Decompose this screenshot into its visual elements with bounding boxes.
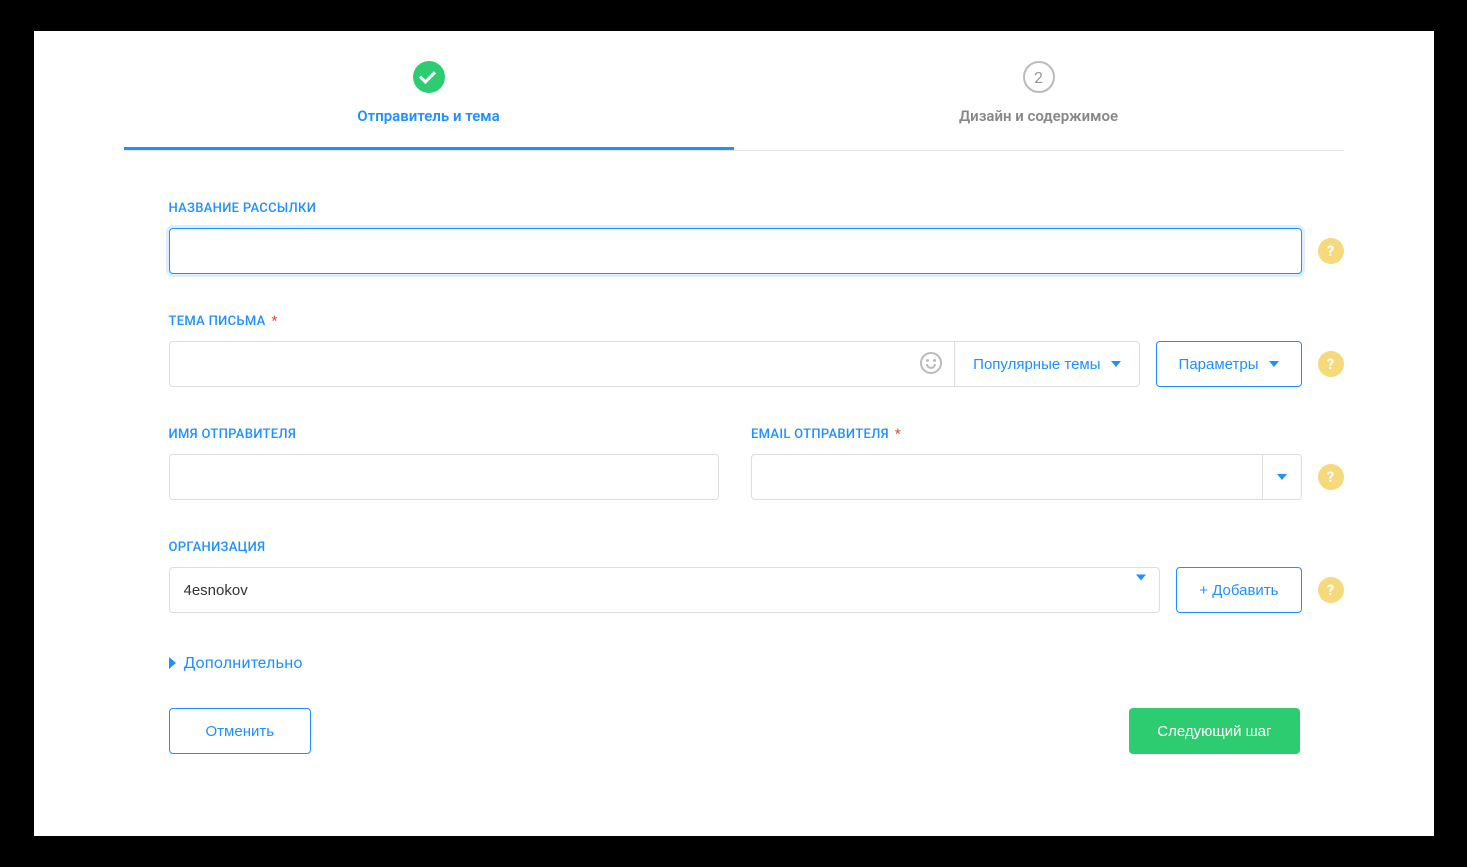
add-organization-button[interactable]: + Добавить — [1176, 567, 1301, 613]
campaign-name-input[interactable] — [169, 228, 1302, 274]
step-2-label: Дизайн и содержимое — [734, 107, 1344, 125]
campaign-name-row: НАЗВАНИЕ РАССЫЛКИ ? — [169, 201, 1344, 274]
step-design-and-content[interactable]: 2 Дизайн и содержимое — [734, 31, 1344, 150]
required-marker: * — [895, 427, 901, 442]
emoji-icon[interactable] — [920, 352, 944, 376]
caret-down-icon — [1277, 474, 1287, 480]
help-icon[interactable]: ? — [1318, 464, 1344, 490]
chevron-right-icon — [169, 657, 176, 669]
step-sender-and-subject[interactable]: Отправитель и тема — [124, 31, 734, 150]
sender-email-dropdown-toggle[interactable] — [1262, 454, 1302, 500]
subject-row: ТЕМА ПИСЬМА* Популярные темы — [169, 314, 1344, 387]
form-body: НАЗВАНИЕ РАССЫЛКИ ? ТЕМА ПИСЬМА* — [34, 151, 1434, 754]
parameters-button[interactable]: Параметры — [1156, 341, 1302, 387]
step-number-icon: 2 — [1023, 61, 1055, 93]
check-circle-icon — [413, 61, 445, 93]
additional-toggle[interactable]: Дополнительно — [169, 653, 1344, 672]
help-icon[interactable]: ? — [1318, 577, 1344, 603]
sender-name-label: ИМЯ ОТПРАВИТЕЛЯ — [169, 427, 720, 442]
form-actions: Отменить Следующий шаг — [169, 708, 1344, 754]
campaign-name-label: НАЗВАНИЕ РАССЫЛКИ — [169, 201, 1302, 216]
organization-label: ОРГАНИЗАЦИЯ — [169, 540, 1161, 555]
popular-topics-button[interactable]: Популярные темы — [954, 341, 1139, 387]
next-step-button[interactable]: Следующий шаг — [1129, 708, 1299, 754]
help-icon[interactable]: ? — [1318, 238, 1344, 264]
help-icon[interactable]: ? — [1318, 351, 1344, 377]
caret-down-icon — [1136, 575, 1146, 600]
campaign-form-page: Отправитель и тема 2 Дизайн и содержимое… — [34, 31, 1434, 836]
cancel-button[interactable]: Отменить — [169, 708, 312, 754]
step-1-label: Отправитель и тема — [124, 107, 734, 125]
organization-select[interactable] — [169, 567, 1161, 613]
sender-email-label: EMAIL ОТПРАВИТЕЛЯ* — [751, 427, 1302, 442]
sender-email-input[interactable] — [751, 454, 1302, 500]
required-marker: * — [272, 314, 278, 329]
organization-dropdown-toggle[interactable] — [1136, 581, 1146, 600]
sender-row: ИМЯ ОТПРАВИТЕЛЯ EMAIL ОТПРАВИТЕЛЯ* ? — [169, 427, 1344, 500]
caret-down-icon — [1111, 361, 1121, 367]
organization-row: ОРГАНИЗАЦИЯ + Добавить ? — [169, 540, 1344, 613]
wizard-steps: Отправитель и тема 2 Дизайн и содержимое — [124, 31, 1344, 151]
sender-name-input[interactable] — [169, 454, 720, 500]
subject-input[interactable] — [169, 341, 955, 387]
subject-label: ТЕМА ПИСЬМА* — [169, 314, 1140, 329]
caret-down-icon — [1269, 361, 1279, 367]
